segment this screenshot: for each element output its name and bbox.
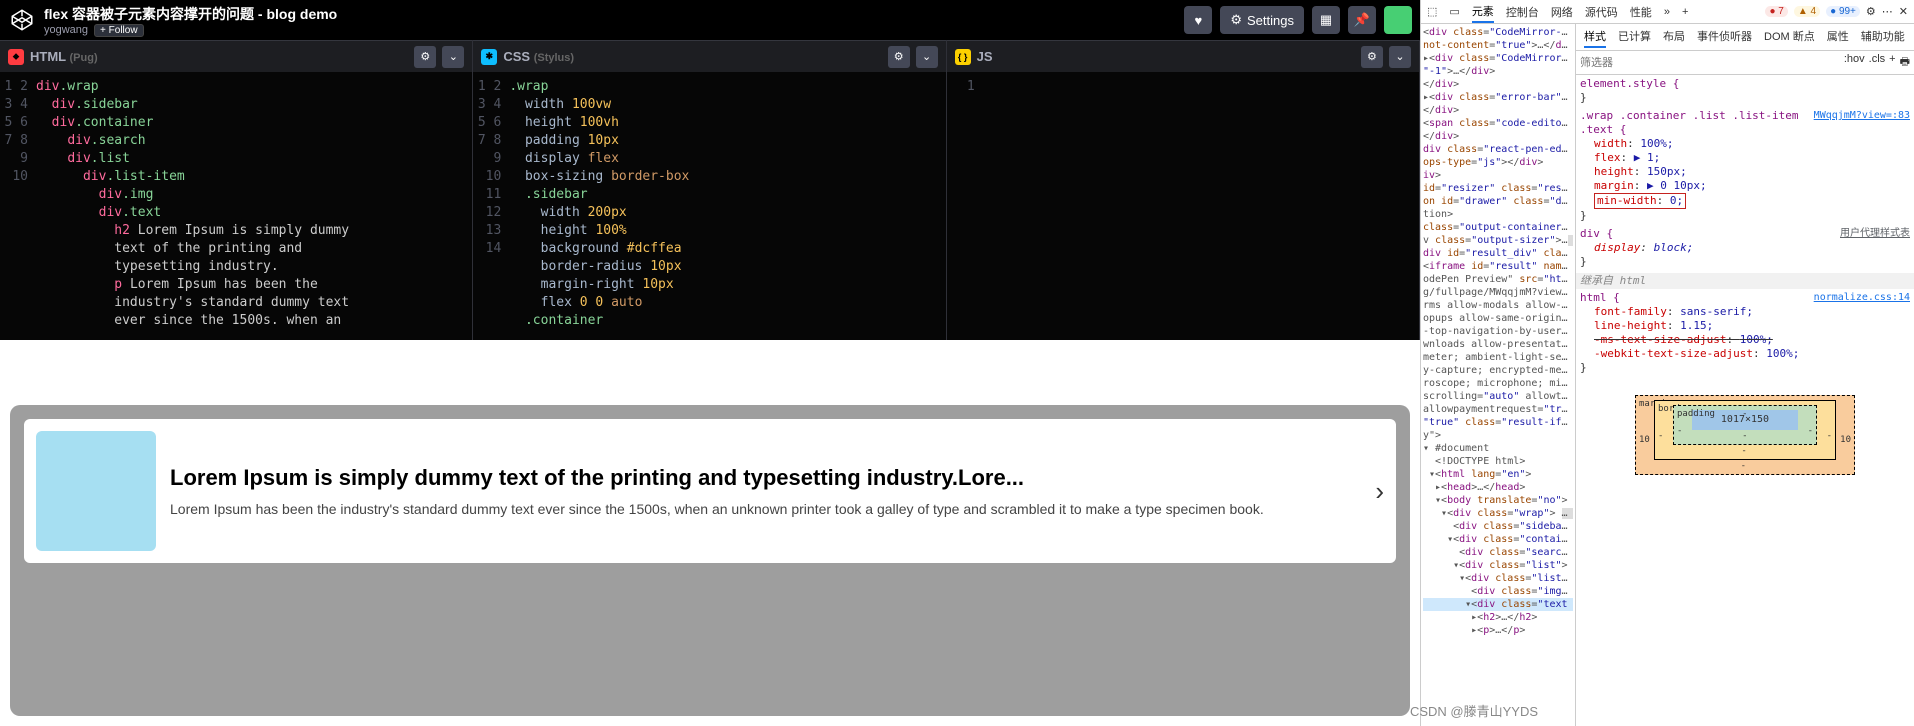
pin-button[interactable]: 📌 — [1348, 6, 1376, 34]
devtools-panel: ⬚ ▭ 元素 控制台 网络 源代码 性能 » + ● 7 ▲ 4 ● 99+ ⚙… — [1420, 0, 1914, 726]
codepen-logo[interactable] — [8, 6, 36, 34]
editor-settings-button[interactable]: ⚙ — [888, 46, 910, 68]
item-image — [36, 431, 156, 551]
settings-button[interactable]: ⚙Settings — [1220, 6, 1304, 34]
html-code[interactable]: 1 2 3 4 5 6 7 8 9 10 div.wrap div.sideba… — [0, 72, 472, 340]
box-model: margin- 10 10 - border---- padding---- 1… — [1635, 395, 1855, 475]
subtab-dom[interactable]: DOM 断点 — [1764, 26, 1815, 48]
info-badge[interactable]: ● 99+ — [1826, 6, 1860, 17]
styles-panel: 样式 已计算 布局 事件侦听器 DOM 断点 属性 辅助功能 :hov .cls… — [1576, 24, 1914, 726]
subtab-props[interactable]: 属性 — [1827, 26, 1849, 48]
gear-icon: ⚙ — [1230, 12, 1242, 28]
css-icon: ✱ — [481, 49, 497, 65]
tab-elements[interactable]: 元素 — [1472, 1, 1494, 23]
tab-sources[interactable]: 源代码 — [1585, 2, 1618, 22]
item-title: Lorem Ipsum is simply dummy text of the … — [170, 465, 1361, 491]
close-icon[interactable]: ✕ — [1899, 5, 1908, 18]
devtools-tabs: ⬚ ▭ 元素 控制台 网络 源代码 性能 » + ● 7 ▲ 4 ● 99+ ⚙… — [1421, 0, 1914, 24]
filter-input[interactable] — [1580, 53, 1840, 72]
tab-performance[interactable]: 性能 — [1630, 2, 1652, 22]
subtab-computed[interactable]: 已计算 — [1618, 26, 1651, 48]
editor-settings-button[interactable]: ⚙ — [414, 46, 436, 68]
pen-title: flex 容器被子元素内容撑开的问题 - blog demo — [44, 4, 1176, 24]
js-editor: { } JS ⚙ ⌄ 1 — [947, 40, 1420, 340]
app-header: flex 容器被子元素内容撑开的问题 - blog demo yogwang +… — [0, 0, 1420, 40]
editor-chevron-button[interactable]: ⌄ — [1389, 46, 1411, 68]
editor-chevron-button[interactable]: ⌄ — [442, 46, 464, 68]
js-icon: { } — [955, 49, 971, 65]
layout-button[interactable]: ▦ — [1312, 6, 1340, 34]
dom-tree[interactable]: <div class="CodeMirror-gutt not-content=… — [1421, 24, 1576, 726]
subtab-styles[interactable]: 样式 — [1584, 26, 1606, 48]
more-icon[interactable]: ⋯ — [1882, 5, 1893, 18]
favorite-button[interactable]: ♥ — [1184, 6, 1212, 34]
item-paragraph: Lorem Ipsum has been the industry's stan… — [170, 501, 1361, 517]
error-badge[interactable]: ● 7 — [1765, 6, 1787, 17]
editors-row: ⬥ HTML (Pug) ⚙ ⌄ 1 2 3 4 5 6 7 8 9 10 di… — [0, 40, 1420, 340]
tab-more[interactable]: » — [1664, 4, 1670, 20]
tab-add[interactable]: + — [1682, 4, 1688, 20]
editor-chevron-button[interactable]: ⌄ — [916, 46, 938, 68]
css-code[interactable]: 1 2 3 4 5 6 7 8 9 10 11 12 13 14 .wrap w… — [473, 72, 945, 340]
inspect-icon[interactable]: ⬚ — [1427, 5, 1437, 18]
tab-console[interactable]: 控制台 — [1506, 2, 1539, 22]
styles-body[interactable]: element.style {} MWqqjmM?view=:83 .wrap … — [1576, 75, 1914, 726]
preview-list[interactable]: Lorem Ipsum is simply dummy text of the … — [10, 405, 1410, 716]
follow-button[interactable]: + Follow — [94, 24, 144, 37]
list-item: Lorem Ipsum is simply dummy text of the … — [24, 419, 1396, 563]
chevron-right-icon[interactable]: › — [1375, 476, 1384, 507]
css-editor: ✱ CSS (Stylus) ⚙ ⌄ 1 2 3 4 5 6 7 8 9 10 … — [473, 40, 946, 340]
avatar[interactable] — [1384, 6, 1412, 34]
warning-badge[interactable]: ▲ 4 — [1794, 6, 1820, 17]
plus-button[interactable]: + — [1889, 53, 1895, 72]
watermark: CSDN @滕青山YYDS — [1410, 701, 1538, 720]
settings-icon[interactable]: ⚙ — [1866, 5, 1876, 18]
html-editor: ⬥ HTML (Pug) ⚙ ⌄ 1 2 3 4 5 6 7 8 9 10 di… — [0, 40, 473, 340]
hov-button[interactable]: :hov — [1844, 53, 1865, 72]
item-text: Lorem Ipsum is simply dummy text of the … — [170, 465, 1361, 517]
editor-settings-button[interactable]: ⚙ — [1361, 46, 1383, 68]
preview-pane: Lorem Ipsum is simply dummy text of the … — [0, 340, 1420, 726]
cls-button[interactable]: .cls — [1869, 53, 1886, 72]
subtab-event[interactable]: 事件侦听器 — [1697, 26, 1752, 48]
tab-network[interactable]: 网络 — [1551, 2, 1573, 22]
print-icon[interactable]: 🖶 — [1900, 53, 1910, 72]
html-icon: ⬥ — [8, 49, 24, 65]
subtab-a11y[interactable]: 辅助功能 — [1861, 26, 1905, 48]
device-icon[interactable]: ▭ — [1449, 5, 1459, 18]
author-name[interactable]: yogwang — [44, 24, 88, 36]
js-code[interactable]: 1 — [947, 72, 1419, 340]
subtab-layout[interactable]: 布局 — [1663, 26, 1685, 48]
